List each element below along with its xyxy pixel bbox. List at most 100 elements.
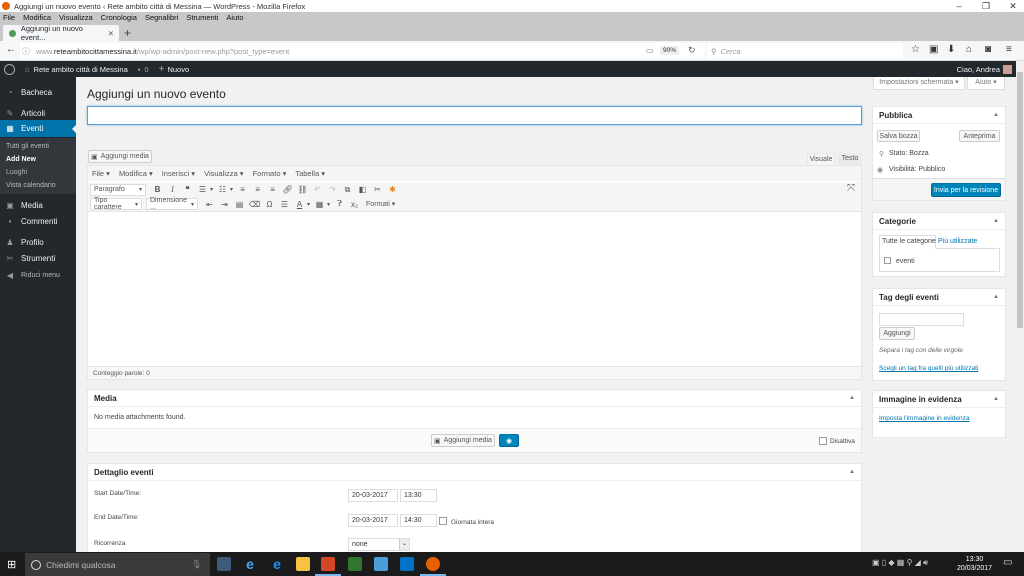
site-name-link[interactable]: ⌂ Rete ambito città di Messina	[25, 65, 128, 74]
hamburger-menu-icon[interactable]: ≡	[1006, 44, 1012, 55]
bookmark-star-icon[interactable]: ☆	[911, 44, 920, 55]
link-icon[interactable]: 🔗︎	[280, 185, 295, 194]
chevron-down-icon[interactable]: ▾	[230, 186, 233, 193]
redo-icon[interactable]: ↷	[325, 185, 340, 194]
taskbar-clock[interactable]: 13:30 20/03/2017	[957, 555, 992, 573]
internet-explorer-icon[interactable]: e	[243, 557, 257, 571]
menu-modifica[interactable]: Modifica	[23, 13, 51, 22]
add-media-button[interactable]: ▣ Aggiungi media	[88, 150, 152, 163]
minimize-button[interactable]: –	[945, 0, 973, 12]
special-char-icon[interactable]: Ω	[262, 200, 277, 209]
clear-formatting-icon[interactable]: ⌫	[247, 200, 262, 209]
editor-menu-tabella[interactable]: Tabella ▾	[295, 169, 325, 178]
menu-cronologia[interactable]: Cronologia	[101, 13, 137, 22]
start-date-input[interactable]: 20-03-2017	[348, 489, 398, 502]
new-content-link[interactable]: + Nuovo	[159, 64, 190, 75]
editor-menu-inserisci[interactable]: Inserisci ▾	[162, 169, 195, 178]
end-date-input[interactable]: 20-03-2017	[348, 514, 398, 527]
unlink-icon[interactable]: ⛓	[295, 185, 310, 194]
indent-increase-icon[interactable]: ⇥	[217, 200, 232, 209]
media-add-media-button[interactable]: ▣ Aggiungi media	[431, 434, 495, 447]
screen-options-button[interactable]: Impostazioni schermata ▾	[873, 77, 965, 90]
save-draft-button[interactable]: Salva bozza	[877, 130, 920, 142]
submenu-luoghi[interactable]: Luoghi	[6, 169, 27, 176]
edge-icon[interactable]: e	[270, 557, 284, 571]
blockquote-icon[interactable]: ❝	[180, 185, 195, 194]
set-featured-image-link[interactable]: Imposta l'immagine in evidenza	[879, 415, 969, 422]
collapse-toggle-icon[interactable]: ▲	[849, 390, 855, 407]
download-icon[interactable]: ⬇	[947, 44, 955, 55]
bullet-list-icon[interactable]: ☰	[195, 185, 210, 194]
publish-box-header[interactable]: Pubblica ▲	[873, 107, 1005, 124]
collapse-toggle-icon[interactable]: ▲	[993, 289, 999, 306]
collapse-toggle-icon[interactable]: ▲	[849, 464, 855, 481]
start-time-input[interactable]: 13:30	[400, 489, 437, 502]
sidebar-item-riduci-menu[interactable]: ◀ Riduci menu	[0, 268, 76, 282]
undo-icon[interactable]: ↶	[310, 185, 325, 194]
restore-button[interactable]: ❐	[972, 0, 1000, 12]
comments-link[interactable]: ▪ 0	[138, 65, 149, 74]
menu-file[interactable]: File	[3, 13, 15, 22]
outlook-icon[interactable]	[400, 557, 414, 571]
table-icon[interactable]: ▦	[312, 200, 327, 209]
file-explorer-icon[interactable]	[296, 557, 310, 571]
powerpoint-icon[interactable]	[315, 557, 341, 576]
firefox-taskbar-icon[interactable]	[420, 557, 446, 576]
tab-most-used[interactable]: Più utilizzate	[938, 238, 977, 245]
tab-all-categories[interactable]: Tutte le categorie	[882, 238, 936, 245]
library-icon[interactable]: ▣	[929, 44, 938, 55]
publisher-icon[interactable]	[348, 557, 362, 571]
end-time-input[interactable]: 14:30	[400, 514, 437, 527]
action-center-icon[interactable]: ▭	[1003, 557, 1012, 568]
sidebar-item-media[interactable]: ▣ Media	[0, 198, 76, 212]
submenu-add-new[interactable]: Add New	[6, 156, 36, 163]
chevron-down-icon[interactable]: ⌄	[399, 539, 409, 550]
pocket-icon[interactable]: ◙	[985, 44, 991, 55]
horizontal-rule-icon[interactable]: ☰	[277, 200, 292, 209]
close-window-button[interactable]: ✕	[999, 0, 1024, 12]
accessibility-icon[interactable]: ✱	[385, 185, 400, 194]
category-checkbox[interactable]	[884, 257, 891, 264]
menu-segnalibri[interactable]: Segnalibri	[145, 13, 178, 22]
help-button[interactable]: Aiuto ▾	[967, 77, 1005, 90]
subscript-icon[interactable]: x₂	[347, 200, 362, 209]
back-icon[interactable]: ←	[6, 44, 16, 55]
align-left-icon[interactable]: ≡	[235, 185, 250, 194]
align-center-icon[interactable]: ≡	[250, 185, 265, 194]
editor-menu-file[interactable]: File ▾	[92, 169, 110, 178]
collapse-toggle-icon[interactable]: ▲	[993, 391, 999, 408]
sidebar-item-profilo[interactable]: ♟ Profilo	[0, 235, 76, 249]
editor-menu-modifica[interactable]: Modifica ▾	[119, 169, 153, 178]
mail-app-icon[interactable]	[374, 557, 388, 571]
bold-icon[interactable]: B	[150, 185, 165, 194]
submenu-vista-calendario[interactable]: Vista calendario	[6, 182, 56, 189]
new-tab-button[interactable]: +	[124, 26, 131, 40]
cut-icon[interactable]: ✂	[370, 185, 385, 194]
paste-text-icon[interactable]: ▤	[232, 200, 247, 209]
collapse-toggle-icon[interactable]: ▲	[993, 213, 999, 230]
preview-button[interactable]: Anteprima	[959, 130, 1000, 142]
reload-icon[interactable]: ↻	[688, 45, 696, 56]
add-tag-button[interactable]: Aggiungi	[879, 327, 915, 340]
info-icon[interactable]: ⓘ	[22, 46, 30, 57]
home-icon[interactable]: ⌂	[966, 44, 972, 55]
media-box-header[interactable]: Media ▲	[88, 390, 861, 407]
chevron-down-icon[interactable]: ▾	[307, 201, 310, 208]
font-family-select[interactable]: Tipo carattere ▾	[90, 197, 142, 211]
paragraph-format-select[interactable]: Paragrafo ▾	[90, 183, 146, 196]
text-color-icon[interactable]: A	[292, 200, 307, 209]
help-icon[interactable]: ❓︎	[332, 199, 347, 209]
paste-icon[interactable]: ◧	[355, 185, 370, 194]
recurrence-select[interactable]: none ⌄	[348, 538, 410, 551]
all-day-checkbox[interactable]	[439, 517, 447, 525]
copy-icon[interactable]: ⧉	[340, 185, 355, 195]
media-preview-button[interactable]: ◉	[499, 434, 519, 447]
choose-tag-link[interactable]: Scegli un tag fra quelli più utilizzati	[879, 365, 978, 372]
indent-decrease-icon[interactable]: ⇤	[202, 200, 217, 209]
microphone-icon[interactable]: 🎙︎	[191, 559, 202, 570]
tag-input[interactable]	[879, 313, 964, 326]
sidebar-item-eventi[interactable]: ▦ Eventi	[0, 120, 76, 137]
sidebar-item-commenti[interactable]: ▪ Commenti	[0, 214, 76, 228]
submenu-tutti-gli-eventi[interactable]: Tutti gli eventi	[6, 143, 49, 150]
task-view-app-icon[interactable]	[217, 557, 231, 571]
